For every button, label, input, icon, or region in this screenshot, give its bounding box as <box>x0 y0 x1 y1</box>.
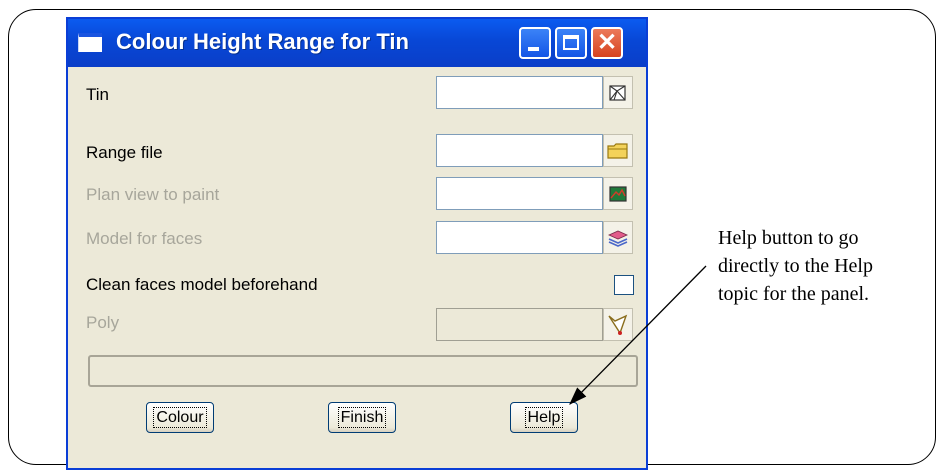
callout-arrow <box>569 265 707 405</box>
